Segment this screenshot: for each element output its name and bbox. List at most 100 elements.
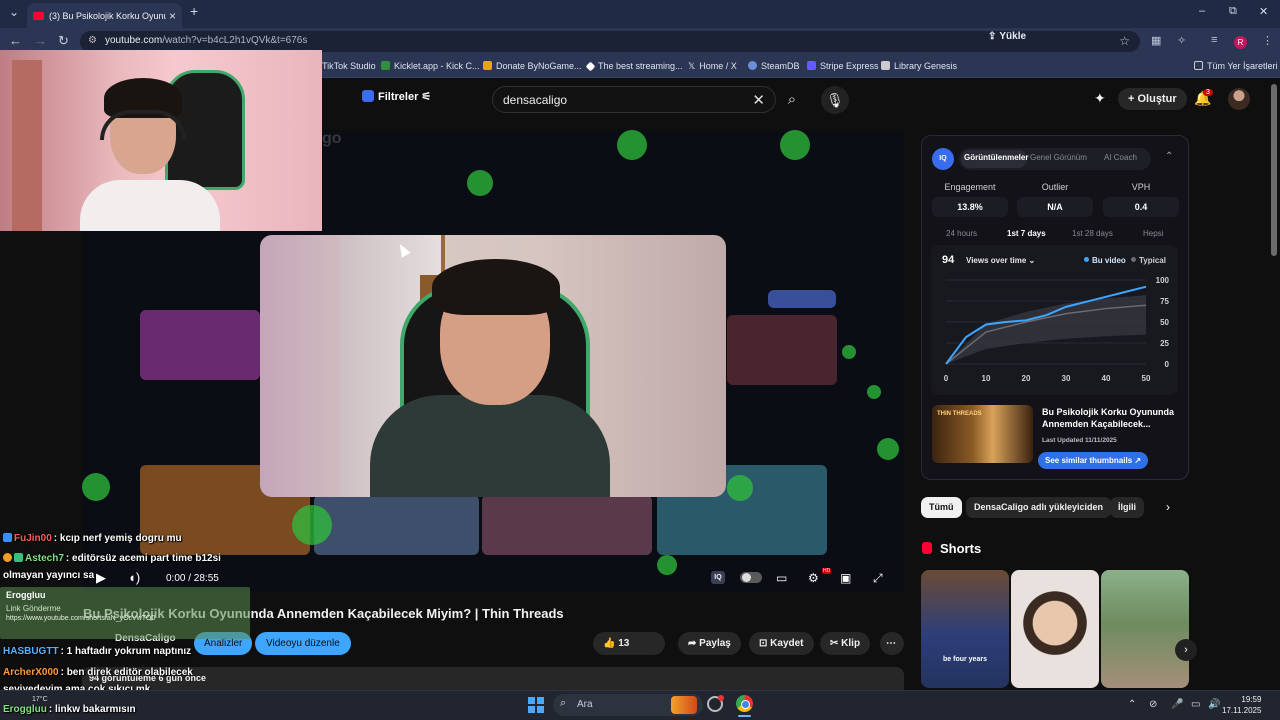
views-dropdown[interactable]: Views over time ⌄	[966, 256, 1035, 265]
restore-button[interactable]: ⧉	[1229, 5, 1237, 18]
browser-menu-icon[interactable]: ⋮	[1262, 34, 1273, 47]
green-dot	[617, 130, 647, 160]
save-button[interactable]: ⊡ Kaydet	[749, 632, 814, 655]
range-all[interactable]: Hepsi	[1143, 229, 1163, 238]
legend-dot	[1131, 257, 1136, 262]
bookmark-tiktok-studio[interactable]: TikTok Studio	[322, 61, 376, 71]
bookmark-stripe[interactable]: Stripe Express	[807, 61, 879, 71]
chip-from-uploader[interactable]: DensaCaligo adlı yükleyiciden	[966, 497, 1112, 518]
forward-arrow-icon[interactable]: →	[34, 33, 47, 48]
chrome-app-icon[interactable]	[736, 695, 753, 712]
taskbar-search-label: Ara	[577, 699, 593, 710]
search-icon[interactable]: ⌕	[777, 87, 807, 112]
green-dot	[82, 473, 110, 501]
stripe-icon	[807, 61, 816, 70]
subtitles-icon[interactable]: ▭	[776, 571, 787, 585]
filters-button[interactable]: Filtreler ⚟	[362, 90, 431, 103]
bookmark-x[interactable]: 𝕏 Home / X	[688, 61, 737, 72]
network-icon[interactable]: ▭	[1191, 699, 1200, 710]
clip-button[interactable]: ✂ Klip	[820, 632, 871, 655]
tray-overflow-icon[interactable]: ⌃	[1128, 699, 1136, 710]
speaker-icon[interactable]: 🔊	[1208, 699, 1220, 710]
kicklet-icon	[381, 61, 390, 70]
mixer-icon[interactable]: ✦	[1094, 90, 1106, 107]
browser-tab[interactable]: (3) Bu Psikolojik Korku Oyununda ×	[27, 3, 182, 28]
close-window-button[interactable]: ✕	[1259, 5, 1268, 18]
bookmark-streaming[interactable]: The best streaming...	[585, 61, 683, 72]
omnibox[interactable]: ⚙ youtube.com/watch?v=b4cL2h1vQVk&t=676s…	[80, 31, 1140, 52]
like-button[interactable]: 👍 13	[593, 632, 665, 655]
upload-button[interactable]: ⇪ Yükle	[988, 31, 1026, 42]
fullscreen-icon[interactable]: ⤢	[873, 571, 883, 586]
tab-overview[interactable]: Genel Görünüm	[1030, 153, 1087, 162]
extensions-puzzle-icon[interactable]: ✧	[1177, 34, 1186, 47]
minimize-button[interactable]: –	[1199, 5, 1205, 17]
url-text: youtube.com/watch?v=b4cL2h1vQVk&t=676s	[105, 35, 308, 46]
tab-views[interactable]: Görüntülenmeler	[964, 153, 1028, 162]
taskbar-clock[interactable]: 19:59 17.11.2025	[1222, 694, 1261, 716]
x-tick-label: 20	[1022, 374, 1031, 383]
bookmark-star-icon[interactable]: ☆	[1119, 34, 1130, 48]
bookmark-library-genesis[interactable]: Library Genesis	[881, 61, 957, 71]
shorts-next-icon[interactable]: ›	[1175, 639, 1197, 661]
obs-app-icon[interactable]	[707, 695, 724, 712]
all-bookmarks[interactable]: Tüm Yer İşaretleri	[1194, 61, 1278, 71]
windows-start-icon[interactable]	[528, 697, 544, 713]
collapse-chevron-icon[interactable]: ⌃	[1165, 151, 1173, 162]
range-first-28-days[interactable]: 1st 28 days	[1072, 229, 1113, 238]
edit-video-button[interactable]: Videoyu düzenle	[255, 632, 351, 655]
chip-all[interactable]: Tümü	[921, 497, 962, 518]
microphone-icon[interactable]: 🎙	[821, 86, 849, 114]
search-input[interactable]: densacaligo ✕	[492, 86, 776, 113]
chips-next-icon[interactable]: ›	[1166, 500, 1170, 514]
microphone-tray-icon[interactable]: 🎤	[1171, 699, 1183, 710]
short-thumbnail[interactable]	[1101, 570, 1189, 688]
range-24-hours[interactable]: 24 hours	[946, 229, 977, 238]
autoplay-toggle[interactable]	[740, 572, 762, 583]
extension-translate-icon[interactable]: ▦	[1151, 34, 1161, 47]
bookmark-steamdb[interactable]: SteamDB	[748, 61, 800, 71]
play-icon[interactable]: ▶	[96, 570, 106, 586]
theater-mode-icon[interactable]: ▣	[840, 571, 851, 585]
chip-related[interactable]: İlgili	[1110, 497, 1144, 518]
range-first-7-days[interactable]: 1st 7 days	[1007, 229, 1046, 238]
account-avatar[interactable]	[1228, 88, 1250, 110]
more-actions-icon[interactable]: ⋯	[880, 632, 904, 655]
new-tab-button[interactable]: +	[190, 3, 198, 19]
search-query: densacaligo	[503, 93, 568, 107]
short-thumbnail[interactable]	[1011, 570, 1099, 688]
chat-highlight-card: Eroggluu Link Gönderme https://www.youtu…	[0, 587, 250, 639]
tray-app-icon[interactable]: ⊘	[1149, 699, 1157, 710]
metric-engagement-value: 13.8%	[932, 197, 1008, 217]
page-scrollbar[interactable]	[1271, 84, 1277, 256]
clear-search-icon[interactable]: ✕	[752, 91, 765, 109]
youtube-favicon-icon	[33, 11, 44, 20]
bg-button	[768, 290, 836, 308]
tab-search-icon[interactable]: ⌄	[9, 5, 19, 19]
volume-icon[interactable]: ◖)	[128, 570, 140, 585]
share-button[interactable]: ➦ Paylaş	[678, 632, 741, 655]
similar-updated: Last Updated 11/11/2025	[1042, 437, 1117, 444]
see-similar-thumbnails-button[interactable]: See similar thumbnails ↗	[1038, 452, 1149, 469]
weather-widget[interactable]: 17°C	[32, 696, 48, 703]
similar-thumbnail[interactable]: THIN THREADS	[932, 405, 1033, 463]
chat-badge-icon	[14, 553, 23, 562]
reload-icon[interactable]: ↻	[58, 33, 69, 49]
y-tick-label: 100	[1156, 276, 1170, 285]
bookmark-bynogame[interactable]: Donate ByNoGame...	[483, 61, 582, 71]
bookmark-kicklet[interactable]: Kicklet.app - Kick C...	[381, 61, 480, 71]
iq-player-button[interactable]: IQ	[711, 571, 725, 584]
settings-gear-icon[interactable]: ⚙	[808, 571, 819, 585]
tab-ai-coach[interactable]: AI Coach	[1104, 153, 1137, 162]
browser-profile-avatar[interactable]: R	[1234, 36, 1247, 49]
site-info-icon[interactable]: ⚙	[88, 35, 97, 46]
upload-icon: ⇪	[988, 31, 997, 42]
tab-close-icon[interactable]: ×	[169, 9, 176, 23]
taskbar-search[interactable]: ⌕ Ara	[553, 694, 703, 716]
short-thumbnail[interactable]: be four years	[921, 570, 1009, 688]
green-dot	[292, 505, 332, 545]
create-button[interactable]: + Oluştur	[1118, 88, 1187, 110]
y-tick-label: 50	[1160, 318, 1169, 327]
reading-list-icon[interactable]: ≡	[1211, 34, 1217, 46]
back-arrow-icon[interactable]: ←	[9, 33, 22, 48]
